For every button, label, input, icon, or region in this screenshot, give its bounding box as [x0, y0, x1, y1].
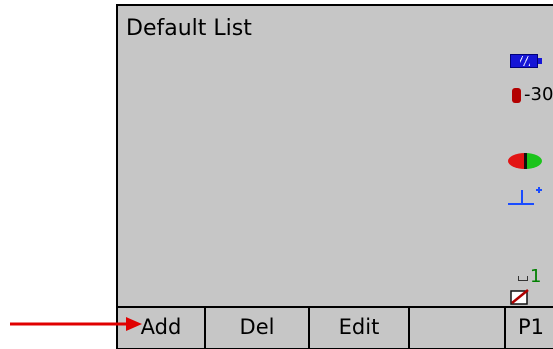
- count-marker-icon: [518, 276, 528, 281]
- level-icon: [508, 187, 542, 205]
- p1-softkey[interactable]: P1: [504, 306, 553, 348]
- edit-icon: [510, 289, 529, 305]
- status-column: -30 1: [506, 6, 553, 306]
- red-green-sensor-icon: [508, 153, 542, 169]
- memory-icon: [512, 88, 521, 103]
- temperature-readout: -30: [524, 84, 553, 105]
- del-softkey[interactable]: Del: [206, 306, 310, 348]
- list-title: Default List: [126, 16, 252, 41]
- blank-softkey[interactable]: [410, 306, 504, 348]
- battery-stripes-icon: [520, 56, 530, 66]
- count-readout: 1: [530, 266, 542, 287]
- device-screen: Default List -30 1 Add Del Edit P1: [116, 4, 553, 349]
- edit-softkey[interactable]: Edit: [310, 306, 410, 348]
- battery-icon: [510, 54, 542, 68]
- pointer-arrow-annotation: [10, 317, 142, 331]
